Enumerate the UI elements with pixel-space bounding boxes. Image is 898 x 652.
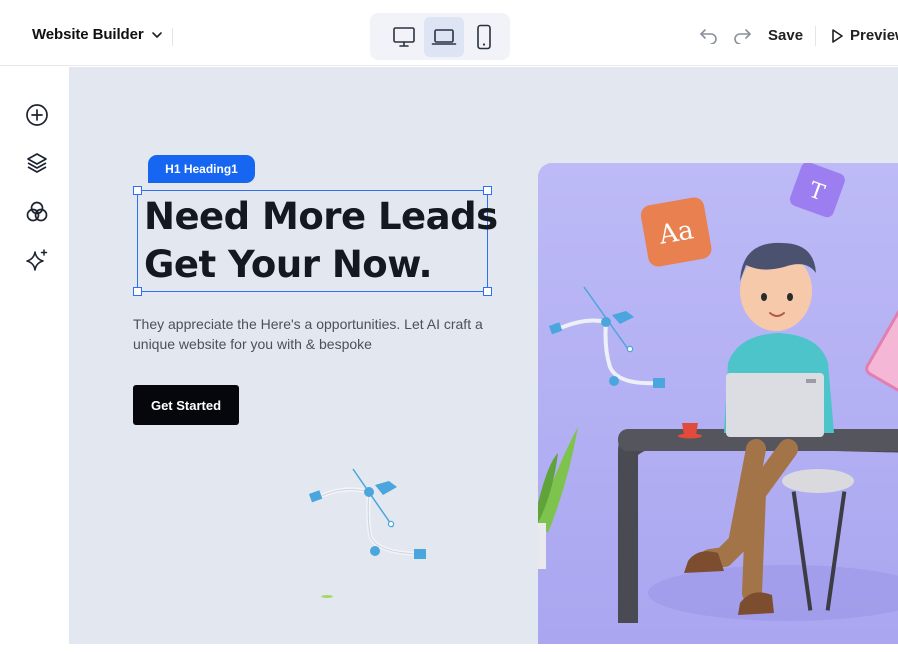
left-sidebar	[8, 67, 69, 644]
redo-icon	[734, 29, 751, 45]
developer-illustration: Aa T	[538, 163, 898, 644]
components-icon	[26, 201, 48, 222]
resize-handle[interactable]	[133, 186, 142, 195]
desktop-icon	[393, 27, 415, 47]
selection-badge: H1 Heading1	[148, 155, 255, 183]
play-icon	[832, 28, 843, 43]
project-switcher[interactable]: Website Builder	[32, 26, 164, 43]
project-title: Website Builder	[32, 26, 144, 43]
undo-icon	[700, 29, 717, 45]
hero-heading-line: Get Your Now.	[144, 243, 433, 286]
tile-aa-text: Aa	[656, 215, 696, 251]
divider	[172, 28, 173, 46]
divider	[815, 26, 816, 46]
laptop-icon	[431, 29, 457, 45]
layers-icon	[27, 153, 47, 173]
hero-description[interactable]: They appreciate the Here's a opportuniti…	[133, 314, 523, 354]
resize-handle[interactable]	[133, 287, 142, 296]
ai-sparkle-icon	[26, 249, 48, 271]
preview-label: Preview	[850, 27, 898, 44]
sidebar-item-ai[interactable]	[24, 247, 50, 273]
sidebar-item-components[interactable]	[24, 199, 50, 225]
mobile-icon	[477, 24, 491, 50]
save-button[interactable]: Save	[768, 27, 803, 44]
hero-illustration[interactable]: Aa T	[538, 163, 898, 644]
editor-canvas[interactable]: H1 Heading1 Need More Leads Get Your Now…	[69, 67, 898, 644]
redo-button[interactable]	[732, 26, 752, 49]
sidebar-item-add[interactable]	[24, 102, 50, 128]
sidebar-item-layers[interactable]	[24, 150, 50, 176]
bezier-path-illustration	[308, 468, 426, 559]
laptop-view-button[interactable]	[424, 17, 464, 57]
website-builder-app: Website Builder Save Preview	[0, 0, 898, 652]
chevron-down-icon	[151, 31, 162, 38]
hero-heading[interactable]: Need More Leads Get Your Now.	[144, 193, 504, 289]
undo-button[interactable]	[699, 26, 719, 49]
mobile-view-button[interactable]	[464, 17, 504, 57]
add-icon	[26, 104, 48, 126]
preview-button[interactable]: Preview	[830, 27, 898, 44]
get-started-button[interactable]: Get Started	[133, 385, 239, 425]
desktop-view-button[interactable]	[384, 17, 424, 57]
device-switcher	[370, 13, 510, 60]
hero-heading-line: Need More Leads	[144, 195, 498, 238]
decorative-leaf	[321, 595, 333, 598]
top-toolbar: Website Builder Save Preview	[0, 0, 898, 66]
